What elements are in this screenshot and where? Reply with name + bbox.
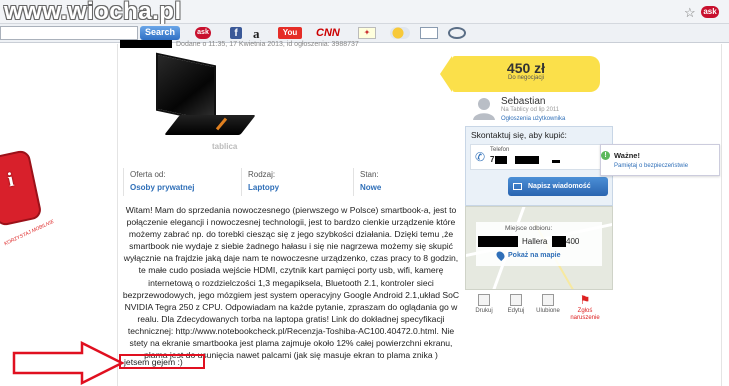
highlight-box [119, 354, 205, 369]
redaction [515, 156, 539, 164]
star-icon [542, 294, 554, 306]
phone-icon: ✆ [475, 150, 486, 164]
listing-description: Witam! Mam do sprzedania nowoczesnego (p… [122, 205, 460, 361]
pickup-address: Hallera [522, 237, 548, 246]
pickup-address-number: 400 [566, 237, 580, 246]
info-value-link[interactable]: Nowe [360, 183, 453, 192]
redaction [478, 236, 518, 247]
redaction [552, 160, 560, 163]
action-label: Ulubione [536, 308, 560, 314]
redaction [495, 156, 507, 164]
send-message-label: Napisz wiadomość [528, 183, 591, 190]
mobile-ad[interactable]: i [0, 151, 44, 225]
seller-listings-link[interactable]: Ogłoszenia użytkownika [501, 116, 565, 122]
info-value-link[interactable]: Laptopy [248, 183, 341, 192]
ask-icon[interactable]: ask [701, 6, 719, 18]
redaction [552, 236, 566, 247]
show-on-map-link[interactable]: Pokaż na mapie [508, 252, 561, 259]
tooltip-title: Ważne! [614, 151, 640, 160]
print-action[interactable]: Drukuj [469, 294, 499, 315]
info-condition: Stan: Nowe [353, 168, 453, 196]
action-label: Drukuj [475, 308, 493, 314]
photo-watermark: tablica [212, 142, 238, 151]
site-watermark: www.wiocha.pl [4, 0, 182, 25]
listing-info-row: Oferta od: Osoby prywatnej Rodzaj: Lapto… [123, 168, 458, 196]
toolbar-search-button[interactable]: Search [140, 26, 180, 40]
bookmark-star-icon[interactable]: ☆ [684, 5, 696, 21]
ask-icon[interactable]: ask [195, 27, 211, 39]
price-value: 450 zł [506, 60, 546, 76]
cnn-icon[interactable]: CNN [316, 27, 340, 39]
send-message-button[interactable]: Napisz wiadomość [508, 177, 608, 196]
laptop-screen [156, 52, 216, 124]
print-icon [478, 294, 490, 306]
laptop-base [164, 115, 256, 135]
safety-link[interactable]: Pamiętaj o bezpieczeństwie [614, 163, 688, 169]
price-tag-notch [440, 56, 452, 92]
seller-since: Na Tablicy od lip 2011 [501, 107, 560, 113]
favorite-action[interactable]: Ulubione [533, 294, 563, 315]
info-type: Rodzaj: Laptopy [241, 168, 341, 196]
browser-title-bar: www.wiocha.pl ☆ ask [0, 0, 729, 25]
youtube-icon[interactable]: You [278, 27, 302, 39]
seller-name: Sebastian [501, 96, 546, 107]
arrow-icon [12, 341, 124, 385]
mail-icon[interactable] [420, 27, 438, 39]
report-action[interactable]: ⚑ Zgłoś naruszenie [565, 294, 605, 322]
avatar-icon [473, 98, 495, 120]
action-label: Edytuj [507, 308, 525, 314]
safety-tooltip [600, 144, 720, 176]
info-value-link[interactable]: Osoby prywatnej [130, 183, 223, 192]
price-note: Do negocjacji [507, 75, 545, 81]
flag-icon: ⚑ [579, 293, 591, 307]
listing-actions: Drukuj Edytuj Ulubione ⚑ Zgłoś naruszeni… [465, 290, 613, 328]
news-icon[interactable]: ✦ [358, 27, 376, 39]
edit-action[interactable]: Edytuj [501, 294, 531, 315]
info-offer-from: Oferta od: Osoby prywatnej [123, 168, 223, 196]
info-icon: ! [601, 151, 610, 160]
ring-icon[interactable] [448, 27, 466, 39]
phone-icon [0, 151, 41, 225]
info-label: Oferta od: [130, 170, 166, 179]
browser-toolbar: Search ask f a You CNN ✦ [0, 24, 729, 43]
listing-meta: Dodane o 11:35, 17 Kwietnia 2013, id ogł… [176, 41, 359, 48]
weather-icon[interactable] [390, 27, 410, 39]
action-label: Zgłoś naruszenie [570, 308, 600, 321]
amazon-icon[interactable]: a [253, 26, 260, 42]
edit-icon [510, 294, 522, 306]
phone-label: Telefon [490, 147, 510, 153]
envelope-icon [513, 183, 522, 190]
pickup-label: Miejsce odbioru: [505, 225, 553, 232]
contact-heading: Skontaktuj się, aby kupić: [471, 130, 567, 140]
facebook-icon[interactable]: f [230, 27, 242, 39]
toolbar-search-input[interactable] [0, 26, 138, 40]
info-label: Rodzaj: [248, 170, 276, 179]
info-label: Stan: [360, 170, 379, 179]
redaction [120, 40, 172, 48]
